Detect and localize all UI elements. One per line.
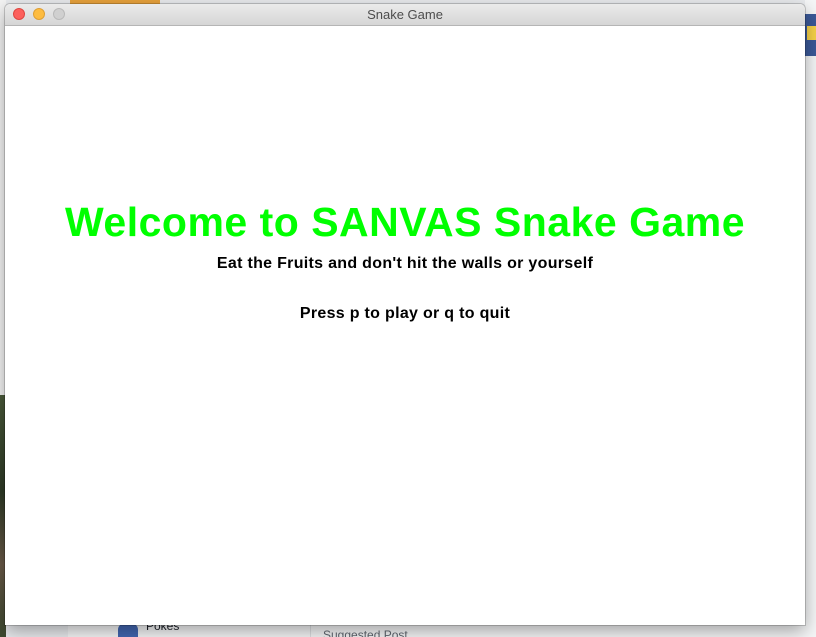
game-canvas[interactable]: Welcome to SANVAS Snake Game Eat the Fru… bbox=[5, 26, 805, 625]
play-quit-prompt: Press p to play or q to quit bbox=[299, 305, 511, 322]
suggested-post-label: Suggested Post bbox=[323, 628, 408, 637]
background-app-right bbox=[805, 0, 816, 637]
game-instructions: Eat the Fruits and don't hit the walls o… bbox=[216, 255, 594, 272]
background-divider bbox=[310, 624, 311, 637]
background-app-bottom bbox=[68, 624, 816, 637]
welcome-heading: Welcome to SANVAS Snake Game bbox=[64, 199, 746, 245]
background-app-icon bbox=[807, 26, 816, 40]
window-title: Snake Game bbox=[367, 7, 443, 22]
game-window: Snake Game Welcome to SANVAS Snake Game … bbox=[5, 4, 805, 625]
window-titlebar[interactable]: Snake Game bbox=[5, 4, 805, 26]
